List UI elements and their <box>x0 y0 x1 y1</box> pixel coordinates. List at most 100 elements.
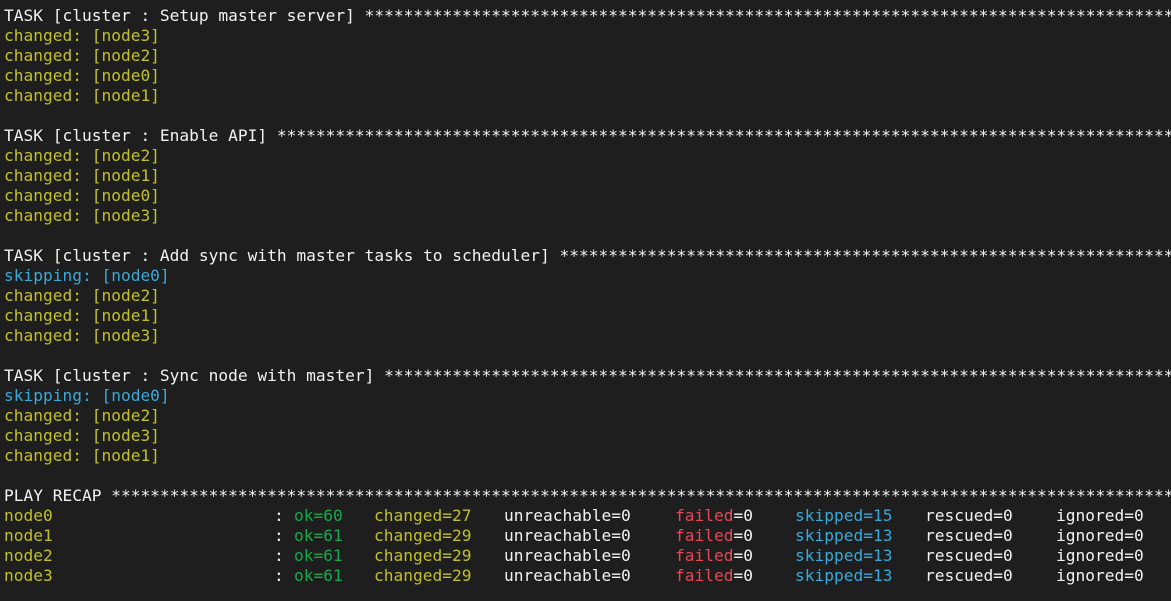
recap-failed: failed=0 <box>675 566 753 585</box>
task-result-changed: changed: [node1] <box>4 306 160 325</box>
recap-host: node0 <box>4 506 53 525</box>
recap-ok-value: 61 <box>323 566 343 585</box>
recap-skipped-label: skipped <box>795 506 864 525</box>
recap-ok: ok=61 <box>294 546 343 565</box>
recap-rescued: rescued=0 <box>925 566 1013 585</box>
recap-changed-label: changed <box>374 506 443 525</box>
task-result-changed: changed: [node2] <box>4 146 160 165</box>
recap-ok-label: ok <box>294 526 314 545</box>
task-header: TASK [cluster : Setup master server] ***… <box>4 6 1171 25</box>
recap-failed-value: 0 <box>743 566 753 585</box>
recap-failed: failed=0 <box>675 526 753 545</box>
recap-rescued-label: rescued <box>925 526 994 545</box>
task-result-changed: changed: [node0] <box>4 66 160 85</box>
task-result-changed: changed: [node1] <box>4 86 160 105</box>
recap-skipped-value: 13 <box>872 526 893 545</box>
task-result-changed: changed: [node3] <box>4 206 160 225</box>
recap-ignored-value: 0 <box>1133 566 1144 585</box>
recap-rescued-label: rescued <box>925 546 994 565</box>
recap-changed-label: changed <box>374 546 443 565</box>
recap-failed-label: failed <box>675 506 734 525</box>
recap-colon: : <box>274 526 284 545</box>
recap-changed-value: 29 <box>451 546 472 565</box>
recap-changed: changed=29 <box>374 546 472 565</box>
recap-host: node2 <box>4 546 53 565</box>
recap-unreachable-label: unreachable <box>504 526 612 545</box>
recap-ok: ok=61 <box>294 566 343 585</box>
recap-row: node3: ok=61 changed=29 unreachable=0 failed… <box>4 566 1171 586</box>
recap-failed-label: failed <box>675 526 734 545</box>
recap-changed: changed=29 <box>374 566 472 585</box>
recap-rescued-value: 0 <box>1002 566 1013 585</box>
task-result-changed: changed: [node2] <box>4 46 160 65</box>
task-result-changed: changed: [node3] <box>4 426 160 445</box>
recap-row: node0: ok=60 changed=27 unreachable=0 failed… <box>4 506 1171 526</box>
recap-ok-value: 60 <box>323 506 343 525</box>
recap-failed-label: failed <box>675 566 734 585</box>
recap-unreachable-value: 0 <box>620 546 631 565</box>
task-header: TASK [cluster : Add sync with master tas… <box>4 246 1171 265</box>
recap-unreachable-label: unreachable <box>504 506 612 525</box>
task-result-changed: changed: [node1] <box>4 446 160 465</box>
recap-skipped-label: skipped <box>795 526 864 545</box>
recap-host: node1 <box>4 526 53 545</box>
recap-colon: : <box>274 546 284 565</box>
task-result-changed: changed: [node3] <box>4 326 160 345</box>
task-result-changed: changed: [node2] <box>4 406 160 425</box>
terminal-output: TASK [cluster : Setup master server] ***… <box>0 0 1171 601</box>
task-result-skipping: skipping: [node0] <box>4 386 170 405</box>
recap-rescued-label: rescued <box>925 506 994 525</box>
recap-ignored: ignored=0 <box>1056 506 1144 525</box>
recap-rescued-value: 0 <box>1002 526 1013 545</box>
recap-failed-value: 0 <box>743 506 753 525</box>
recap-ignored-label: ignored <box>1056 546 1125 565</box>
recap-skipped: skipped=13 <box>795 546 893 565</box>
recap-skipped-label: skipped <box>795 546 864 565</box>
recap-unreachable-value: 0 <box>620 566 631 585</box>
recap-failed-label: failed <box>675 546 734 565</box>
recap-row: node1: ok=61 changed=29 unreachable=0 failed… <box>4 526 1171 546</box>
recap-failed-value: 0 <box>743 546 753 565</box>
recap-skipped-value: 15 <box>872 506 893 525</box>
recap-changed-value: 27 <box>451 506 472 525</box>
recap-unreachable-value: 0 <box>620 526 631 545</box>
recap-rescued-label: rescued <box>925 566 994 585</box>
recap-ignored-value: 0 <box>1133 546 1144 565</box>
recap-colon: : <box>274 566 284 585</box>
recap-skipped-label: skipped <box>795 566 864 585</box>
recap-rescued: rescued=0 <box>925 526 1013 545</box>
recap-ok-label: ok <box>294 546 314 565</box>
recap-row: node2: ok=61 changed=29 unreachable=0 failed… <box>4 546 1171 566</box>
task-header: TASK [cluster : Sync node with master] *… <box>4 366 1171 385</box>
recap-ignored: ignored=0 <box>1056 546 1144 565</box>
recap-ignored-value: 0 <box>1133 526 1144 545</box>
recap-rescued-value: 0 <box>1002 506 1013 525</box>
recap-rescued: rescued=0 <box>925 546 1013 565</box>
task-header: TASK [cluster : Enable API] ************… <box>4 126 1171 145</box>
recap-changed: changed=27 <box>374 506 472 525</box>
task-result-skipping: skipping: [node0] <box>4 266 170 285</box>
task-result-changed: changed: [node2] <box>4 286 160 305</box>
recap-changed: changed=29 <box>374 526 472 545</box>
task-result-changed: changed: [node0] <box>4 186 160 205</box>
recap-unreachable-value: 0 <box>620 506 631 525</box>
recap-host: node3 <box>4 566 53 585</box>
recap-ignored-label: ignored <box>1056 566 1125 585</box>
recap-failed: failed=0 <box>675 506 753 525</box>
recap-changed-label: changed <box>374 526 443 545</box>
recap-failed: failed=0 <box>675 546 753 565</box>
recap-unreachable: unreachable=0 <box>504 566 631 585</box>
task-result-changed: changed: [node3] <box>4 26 160 45</box>
recap-failed-value: 0 <box>743 526 753 545</box>
recap-ignored-label: ignored <box>1056 506 1125 525</box>
recap-ignored: ignored=0 <box>1056 526 1144 545</box>
recap-ignored: ignored=0 <box>1056 566 1144 585</box>
recap-skipped-value: 13 <box>872 546 893 565</box>
recap-changed-value: 29 <box>451 566 472 585</box>
recap-changed-label: changed <box>374 566 443 585</box>
recap-ignored-label: ignored <box>1056 526 1125 545</box>
recap-changed-value: 29 <box>451 526 472 545</box>
